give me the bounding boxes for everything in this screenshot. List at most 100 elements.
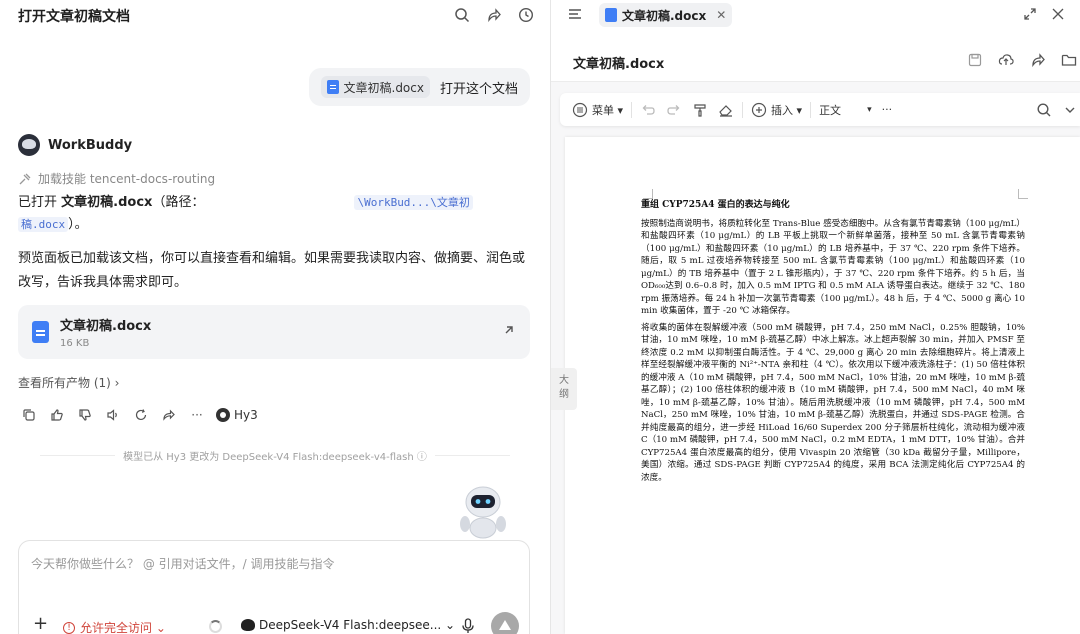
reply-path-label: （路径： [152,195,205,210]
search-icon[interactable] [452,5,472,25]
hamburger-menu-icon[interactable] [567,6,583,22]
bot-avatar [18,134,40,156]
format-painter-icon[interactable] [692,102,708,118]
notice-divider-right [434,454,510,456]
chevron-down-icon: ▾ [867,104,872,115]
warning-icon: ! [63,621,75,634]
page-margin-mark [643,189,653,199]
docx-file-icon [605,8,617,22]
skill-loaded-line[interactable]: 加载技能 tencent-docs-routing [18,170,215,187]
access-mode-label: 允许完全访问 ⌄ [80,621,166,634]
eraser-icon[interactable] [718,102,734,118]
history-icon[interactable] [516,5,536,25]
skill-loaded-text: 加载技能 tencent-docs-routing [38,172,216,186]
insert-button[interactable]: 插入 ▾ [751,102,802,118]
chat-title: 打开文章初稿文档 [18,9,130,25]
output-file-card[interactable]: 文章初稿.docx 16 KB [18,305,530,359]
share-icon[interactable] [484,5,504,25]
reply-path-code-1[interactable]: \WorkBud...\文章初 [354,195,473,210]
toolbar-divider [810,101,812,118]
reply-prefix: 已打开 [18,195,58,210]
regenerate-icon[interactable] [130,404,152,426]
preview-tab-bar: 文章初稿.docx ✕ [551,0,1080,30]
page-margin-mark [1018,189,1028,199]
bot-reply-explain: 预览面板已加载该文档，你可以直接查看和编辑。如果需要我读取内容、做摘要、润色或改… [18,251,526,290]
model-select[interactable]: DeepSeek-V4 Flash:deepsee... ⌄ [241,618,455,632]
attached-file-name: 文章初稿.docx [343,80,424,95]
document-heading: 重组 CYP725A4 蛋白的表达与纯化 [641,200,790,210]
bot-reply-open: 已打开 文章初稿.docx（路径： \WorkBud...\文章初 稿.docx）… [18,192,533,236]
document-preview-panel: 文章初稿.docx ✕ 文章初稿.docx 菜单 ▾ 插入 ▾ 正文 ▾ ···… [551,0,1080,634]
hunyuan-logo-icon [216,408,230,422]
message-actions: ··· Hy3 [18,404,258,426]
model-select-label: DeepSeek-V4 Flash:deepsee... ⌄ [259,618,456,632]
reply-path-code-2[interactable]: 稿.docx [18,217,69,232]
open-external-icon[interactable] [502,323,516,337]
model-change-notice: 模型已从 Hy3 更改为 DeepSeek-V4 Flash:deepseek-… [40,446,510,464]
editor-toolbar: 菜单 ▾ 插入 ▾ 正文 ▾ ··· [560,93,1080,126]
docx-file-icon [326,80,339,94]
bot-name: WorkBuddy [48,137,133,153]
file-card-name: 文章初稿.docx [60,319,152,334]
copy-icon[interactable] [18,404,40,426]
send-button[interactable] [491,612,519,634]
paragraph-style-select[interactable]: 正文 ▾ [819,102,872,118]
menu-circle-icon [572,102,588,117]
model-badge: Hy3 [216,408,258,422]
chevron-down-icon[interactable] [1062,102,1078,118]
close-panel-icon[interactable] [1050,6,1066,22]
chat-input-box[interactable]: 今天帮你做些什么？ @ 引用对话文件，/ 调用技能与指令 + ! 允许完全访问 … [18,540,530,634]
undo-icon[interactable] [640,102,656,118]
user-message-bubble: 文章初稿.docx 打开这个文档 [308,68,530,106]
thumbs-down-icon[interactable] [74,404,96,426]
expand-icon[interactable] [1022,6,1038,22]
toolbar-divider [631,101,633,118]
chat-panel: 打开文章初稿文档 文章初稿.docx 打开这个文档 WorkBuddy 加载技能… [0,0,550,634]
upload-icon[interactable] [998,52,1014,68]
close-tab-icon[interactable]: ✕ [716,8,726,22]
menu-button-label: 菜单 ▾ [592,103,624,117]
document-body[interactable]: 重组 CYP725A4 蛋白的表达与纯化 按照制造商说明书，将质粒转化至 Tra… [641,199,1025,488]
add-attachment-button[interactable]: + [33,615,48,633]
folder-icon[interactable] [1061,52,1077,68]
more-tools-button[interactable]: ··· [882,103,893,116]
search-icon[interactable] [1036,102,1052,118]
outline-tab-label: 大纲 [559,375,569,400]
user-message-text: 打开这个文档 [439,81,518,97]
document-tab[interactable]: 文章初稿.docx ✕ [599,3,733,27]
share-icon[interactable] [158,404,180,426]
model-change-text: 模型已从 Hy3 更改为 DeepSeek-V4 Flash:deepseek-… [123,451,427,463]
document-header: 文章初稿.docx [551,30,1080,82]
access-mode-select[interactable]: ! 允许完全访问 ⌄ [63,619,166,634]
attached-file-chip[interactable]: 文章初稿.docx [320,76,430,98]
paragraph-style-label: 正文 [819,103,842,117]
deepseek-logo-icon [241,619,255,631]
thumbs-up-icon[interactable] [46,404,68,426]
file-card-size: 16 KB [60,338,90,349]
bot-header: WorkBuddy [18,134,132,156]
share-icon[interactable] [1030,52,1046,68]
more-options-icon[interactable]: ··· [186,404,208,426]
outline-toggle-tab[interactable]: 大纲 [551,368,577,410]
toolbar-divider [742,101,744,118]
docx-file-icon [32,321,49,343]
save-icon[interactable] [967,52,983,68]
insert-button-label: 插入 ▾ [771,103,803,117]
notice-divider-left [40,454,116,456]
document-page[interactable]: 重组 CYP725A4 蛋白的表达与纯化 按照制造商说明书，将质粒转化至 Tra… [565,137,1080,634]
view-all-outputs-link[interactable]: 查看所有产物 (1) › [18,374,119,391]
microphone-icon[interactable] [461,618,475,634]
menu-button[interactable]: 菜单 ▾ [572,102,623,118]
redo-icon[interactable] [666,102,682,118]
speaker-icon[interactable] [102,404,124,426]
model-badge-label: Hy3 [234,408,258,422]
reply-suffix: ）。 [68,217,88,232]
document-tab-label: 文章初稿.docx [622,8,707,23]
document-paragraph: 将收集的菌体在裂解缓冲液（500 mM 磷酸钾，pH 7.4，250 mM Na… [641,322,1025,483]
document-paragraph: 按照制造商说明书，将质粒转化至 Trans-Blue 感受态细胞中。从含有氯节青… [641,218,1025,317]
chat-input-placeholder[interactable]: 今天帮你做些什么？ @ 引用对话文件，/ 调用技能与指令 [31,555,335,572]
reply-filename: 文章初稿.docx [61,195,153,210]
chat-header: 打开文章初稿文档 [0,0,550,32]
loading-spinner-icon [209,620,222,633]
tool-icon [19,173,31,184]
